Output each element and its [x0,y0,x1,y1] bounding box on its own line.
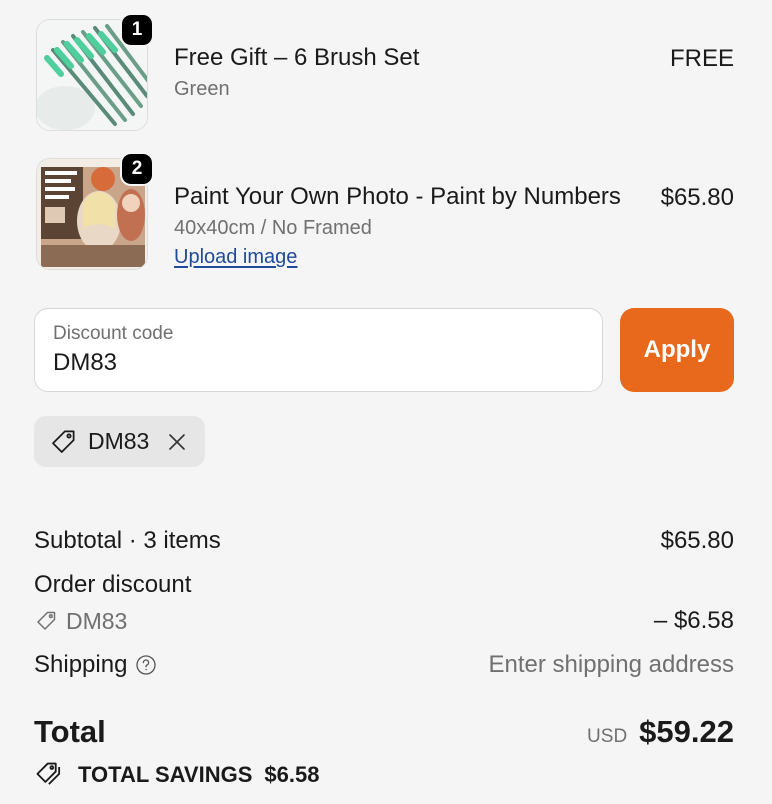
shipping-label: Shipping [34,651,128,678]
item-variant: Green [174,78,230,100]
discount-code-input[interactable] [53,349,584,377]
total-row: Total USD $59.22 [34,714,734,750]
item-details: Paint Your Own Photo - Paint by Numbers … [174,183,621,269]
remove-discount-close-icon[interactable] [167,432,187,452]
order-discount-label: Order discount [34,571,192,598]
applied-code-text: DM83 [88,428,150,454]
product-thumbnail: 2 [36,152,154,270]
order-discount-row: Order discount [34,571,734,599]
line-item-brush-set: 1 Free Gift – 6 Brush Set Green FREE [36,13,734,131]
tag-icon [34,609,58,633]
applied-discount-chip: DM83 [34,416,205,467]
item-title: Free Gift – 6 Brush Set [174,44,420,71]
subtotal-value: $65.80 [660,527,734,554]
product-thumbnail: 1 [36,13,154,131]
item-price: $65.80 [660,184,734,211]
order-discount-code-row: DM83 – $6.58 [34,607,734,635]
discount-code-field[interactable]: Discount code [34,308,603,392]
currency-code: USD [587,726,628,747]
apply-button[interactable]: Apply [620,308,734,392]
item-variant: 40x40cm / No Framed [174,217,372,239]
subtotal-row: Subtotal · 3 items $65.80 [34,527,734,555]
order-summary: 1 Free Gift – 6 Brush Set Green FREE 2 P… [0,0,772,804]
help-icon[interactable] [135,654,157,676]
total-savings-value: $6.58 [264,762,320,787]
total-amount-group: USD $59.22 [587,714,734,750]
total-savings: TOTAL SAVINGS $6.58 [34,760,319,790]
shipping-value: Enter shipping address [488,651,734,678]
discount-code-label: Discount code [53,323,174,344]
line-item-paint-by-numbers: 2 Paint Your Own Photo - Paint by Number… [36,152,734,270]
tag-icon [48,427,78,457]
upload-image-link[interactable]: Upload image [174,246,297,269]
total-savings-label: TOTAL SAVINGS [78,762,253,787]
shipping-row: Shipping Enter shipping address [34,651,734,679]
total-amount: $59.22 [639,714,734,749]
item-title: Paint Your Own Photo - Paint by Numbers [174,183,621,210]
total-label: Total [34,714,106,749]
shipping-label-group: Shipping [34,651,157,679]
order-discount-code-text: DM83 [66,607,128,634]
subtotal-label: Subtotal · 3 items [34,527,221,554]
tags-icon [34,760,66,790]
order-discount-code: DM83 [34,608,127,635]
order-discount-value: – $6.58 [653,607,734,634]
quantity-badge: 1 [120,13,154,47]
item-price: FREE [669,45,734,72]
item-details: Free Gift – 6 Brush Set Green [174,44,419,101]
quantity-badge: 2 [120,152,154,186]
